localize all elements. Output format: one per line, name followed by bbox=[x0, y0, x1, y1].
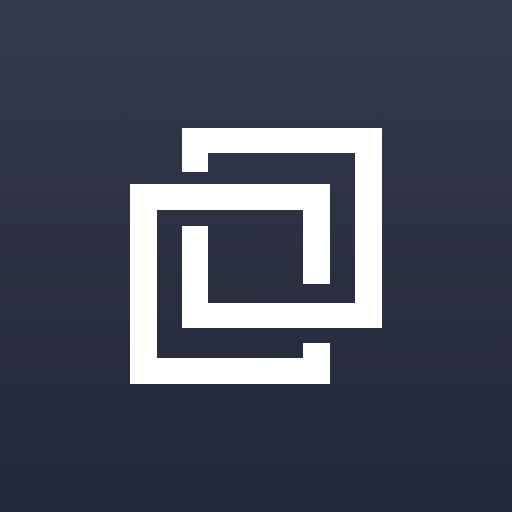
back-square-left-lower bbox=[182, 226, 208, 328]
app-icon bbox=[0, 0, 512, 512]
back-square-top-bar bbox=[182, 128, 382, 153]
front-square-left-bar bbox=[130, 184, 157, 384]
back-square-left-stub bbox=[182, 128, 208, 172]
interlocking-squares-logo-icon bbox=[130, 128, 382, 384]
front-square-bottom-bar bbox=[130, 358, 330, 384]
back-square-bottom-bar bbox=[182, 303, 382, 328]
back-square-right-bar bbox=[355, 128, 382, 328]
front-square-top-bar bbox=[130, 184, 330, 210]
front-square-right-upper bbox=[303, 184, 330, 284]
front-square-right-lower bbox=[303, 343, 330, 384]
